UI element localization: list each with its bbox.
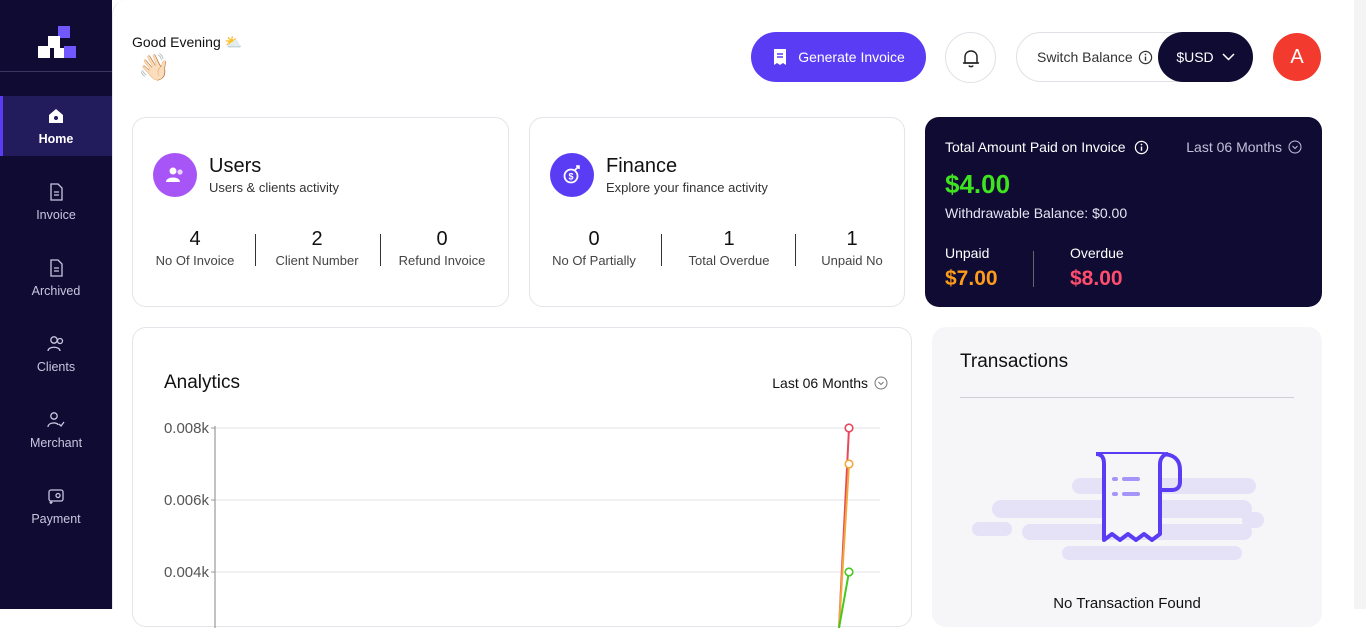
currency-label: $USD (1176, 49, 1214, 65)
sidebar-item-label: Clients (36, 360, 76, 374)
switch-balance[interactable]: Switch Balance $USD (1016, 32, 1253, 82)
stat-total-overdue: 1 Total Overdue (669, 228, 789, 268)
users-title: Users (209, 155, 262, 177)
stat-label: No Of Invoice (155, 253, 235, 268)
notification-button[interactable] (945, 32, 996, 83)
sidebar-item-archived[interactable]: Archived (0, 248, 112, 308)
transactions-divider (960, 397, 1294, 398)
sidebar-item-payment[interactable]: Payment (0, 476, 112, 536)
overdue-value: $8.00 (1070, 267, 1123, 290)
users-icon (153, 153, 197, 197)
y-tick-label: 0.004k (164, 564, 210, 581)
merchant-icon (47, 412, 65, 428)
switch-balance-label: Switch Balance (1037, 49, 1133, 65)
sidebar-item-label: Archived (31, 284, 81, 298)
sidebar-item-label: Home (38, 132, 74, 146)
sidebar-divider (0, 71, 112, 72)
clients-icon (47, 336, 64, 352)
total-paid-title: Total Amount Paid on Invoice (945, 139, 1126, 155)
generate-invoice-label: Generate Invoice (798, 49, 905, 65)
archive-icon (50, 259, 63, 277)
generate-invoice-button[interactable]: Generate Invoice (751, 32, 926, 82)
period-label: Last 06 Months (1186, 139, 1282, 155)
stat-label: Client Number (275, 253, 359, 268)
invoice-icon (50, 183, 63, 201)
total-paid-title-wrap: Total Amount Paid on Invoice (945, 139, 1149, 155)
stat-no-of-invoice: 4 No Of Invoice (135, 228, 255, 268)
sidebar-item-label: Invoice (36, 208, 76, 222)
info-icon[interactable] (1134, 140, 1149, 155)
sidebar-item-label: Payment (31, 512, 81, 526)
wave-emoji: 👋🏻 (138, 52, 171, 82)
transactions-card: Transactions No Transaction Found (932, 327, 1322, 627)
period-dropdown[interactable]: Last 06 Months (1186, 139, 1302, 155)
stat-client-number: 2 Client Number (257, 228, 377, 268)
sidebar-item-merchant[interactable]: Merchant (0, 400, 112, 460)
stat-refund-invoice: 0 Refund Invoice (382, 228, 502, 268)
total-paid-amount: $4.00 (945, 169, 1011, 199)
stat-divider (661, 234, 662, 266)
series-point (844, 567, 854, 577)
bell-icon (962, 49, 979, 67)
switch-balance-label-wrap: Switch Balance (1037, 49, 1153, 65)
finance-subtitle: Explore your finance activity (606, 180, 768, 195)
overdue-label: Overdue (1070, 245, 1124, 261)
stat-label: No Of Partially (552, 253, 636, 268)
stat-value: 0 (588, 228, 600, 250)
series-point (844, 423, 854, 433)
user-avatar[interactable]: A (1273, 33, 1321, 81)
series-point (844, 459, 854, 469)
analytics-card: Analytics Last 06 Months 0.008k 0.006k 0.0… (132, 327, 912, 628)
sidebar-item-invoice[interactable]: Invoice (0, 172, 112, 232)
chevron-down-icon (1222, 53, 1235, 61)
home-icon (49, 109, 63, 123)
y-tick-label: 0.006k (164, 492, 210, 509)
stat-value: 4 (189, 228, 201, 250)
stat-value: 2 (311, 228, 323, 250)
empty-receipt-illustration (972, 452, 1264, 560)
transactions-title: Transactions (960, 351, 1069, 372)
info-icon[interactable] (1138, 50, 1153, 65)
stat-divider (255, 234, 256, 266)
chevron-down-circle-icon (1288, 140, 1302, 154)
paid-divider (1033, 251, 1034, 287)
users-subtitle: Users & clients activity (209, 180, 340, 195)
users-card: Users Users & clients activity 4 No Of I… (132, 117, 509, 307)
svg-text:$: $ (568, 172, 573, 182)
unpaid-label: Unpaid (945, 245, 990, 261)
finance-card: $ Finance Explore your finance activity … (529, 117, 905, 307)
app-logo[interactable] (36, 26, 76, 66)
greeting-text: Good Evening ⛅ (132, 34, 243, 50)
sidebar-item-clients[interactable]: Clients (0, 324, 112, 384)
receipt-icon (774, 49, 787, 65)
finance-icon: $ (550, 153, 594, 197)
avatar-letter: A (1290, 45, 1304, 68)
analytics-chart: 0.008k 0.006k 0.004k (164, 420, 880, 628)
stat-value: 0 (436, 228, 448, 250)
unpaid-value: $7.00 (945, 267, 998, 290)
stat-value: 1 (846, 228, 858, 250)
stat-value: 1 (723, 228, 735, 250)
payment-icon (48, 489, 64, 504)
y-tick-label: 0.008k (164, 420, 210, 437)
stat-label: Total Overdue (688, 253, 770, 268)
scrollbar[interactable] (1354, 0, 1366, 609)
finance-title: Finance (606, 155, 678, 177)
stat-label: Refund Invoice (398, 253, 486, 268)
currency-dropdown[interactable]: $USD (1158, 32, 1253, 82)
sidebar-item-label: Merchant (29, 436, 83, 450)
sidebar-item-home[interactable]: Home (0, 96, 112, 156)
withdrawable-balance: Withdrawable Balance: $0.00 (945, 205, 1128, 221)
stat-unpaid-no: 1 Unpaid No (792, 228, 912, 268)
no-transaction-text: No Transaction Found (1053, 595, 1201, 612)
stat-label: Unpaid No (821, 253, 883, 268)
stat-divider (380, 234, 381, 266)
stat-no-of-partially: 0 No Of Partially (534, 228, 654, 268)
sidebar: Home Invoice Archived Clients Merchant P… (0, 0, 112, 609)
total-paid-card: Total Amount Paid on Invoice Last 06 Mon… (925, 117, 1322, 307)
